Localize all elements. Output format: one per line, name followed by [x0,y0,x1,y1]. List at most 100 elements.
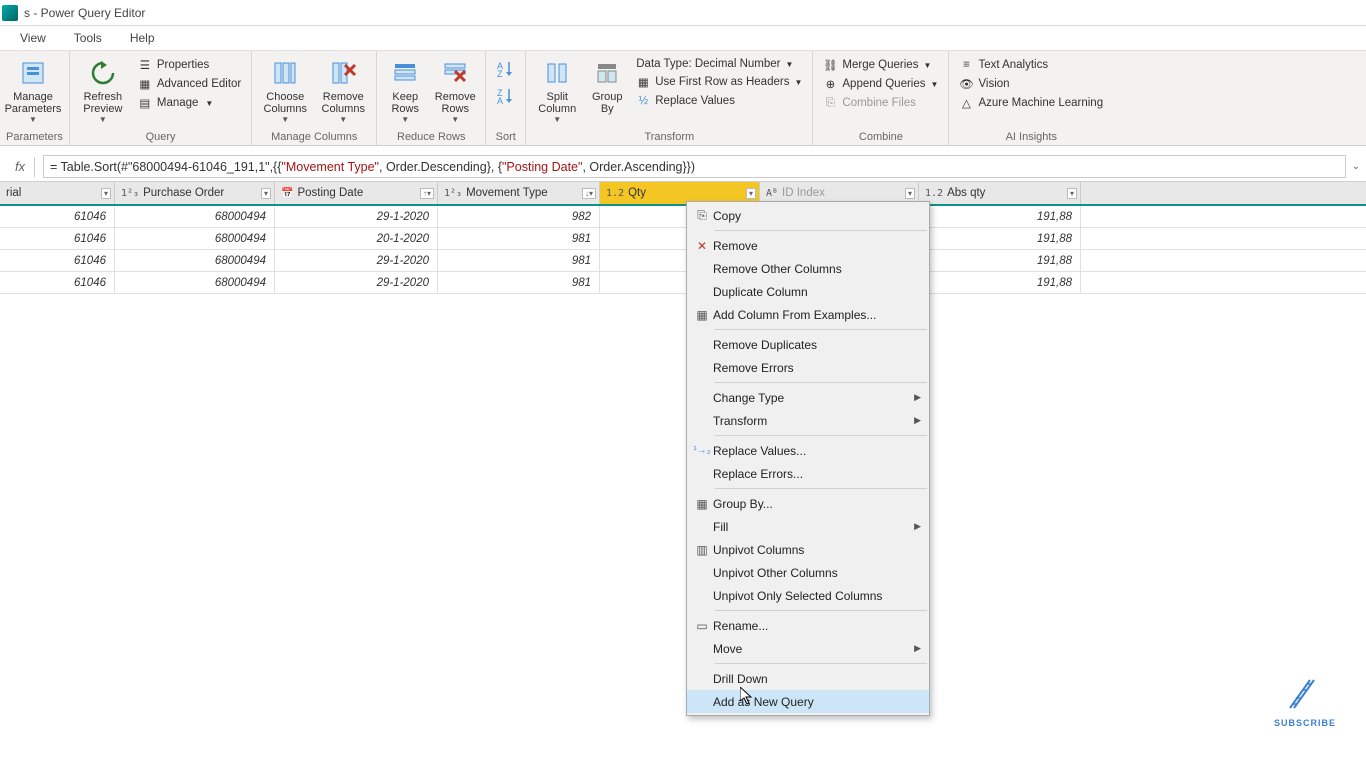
cell[interactable]: 61046 [0,228,115,249]
cell[interactable]: 61046 [0,272,115,293]
menu-remove-duplicates[interactable]: Remove Duplicates [687,333,929,356]
column-header-posting-date[interactable]: 📅 Posting Date ↑▾ [275,182,438,204]
formula-bar: fx = Table.Sort(#"68000494-61046_191,1",… [0,152,1366,182]
unpivot-icon: ▥ [691,543,713,557]
refresh-preview-button[interactable]: Refresh Preview ▼ [76,55,130,126]
cell[interactable]: 29-1-2020 [275,250,438,271]
menu-drill-down[interactable]: Drill Down [687,667,929,690]
menu-remove-errors[interactable]: Remove Errors [687,356,929,379]
menu-remove[interactable]: ✕Remove [687,234,929,257]
menu-unpivot-columns[interactable]: ▥Unpivot Columns [687,538,929,561]
remove-columns-button[interactable]: Remove Columns ▼ [316,55,370,126]
menu-copy[interactable]: ⎘Copy [687,204,929,227]
sort-filter-icon[interactable]: ↑▾ [420,188,434,199]
headers-icon: ▦ [636,75,650,89]
expand-formula-icon[interactable]: ⌄ [1352,161,1360,172]
filter-icon[interactable]: ▾ [261,188,271,199]
manage-icon: ▤ [138,96,152,110]
merge-queries-button[interactable]: ⛓ Merge Queries ▼ [819,57,942,73]
cell[interactable]: 68000494 [115,206,275,227]
context-menu: ⎘Copy ✕Remove Remove Other Columns Dupli… [686,201,930,716]
menu-unpivot-selected-columns[interactable]: Unpivot Only Selected Columns [687,584,929,607]
choose-columns-button[interactable]: Choose Columns ▼ [258,55,312,126]
group-manage-columns: Choose Columns ▼ Remove Columns ▼ Manage… [252,51,377,145]
cell[interactable]: 68000494 [115,228,275,249]
cell[interactable]: 191,88 [919,272,1081,293]
table-row[interactable]: 610466800049420-1-2020981 191,88 [0,228,1366,250]
title-text: s - Power Query Editor [24,6,145,20]
group-transform: Split Column ▼ Group By Data Type: Decim… [526,51,813,145]
data-type-dropdown[interactable]: Data Type: Decimal Number ▼ [632,57,806,71]
combine-files-button[interactable]: ⎘ Combine Files [819,95,942,111]
advanced-editor-button[interactable]: ▦ Advanced Editor [134,76,245,92]
cell[interactable]: 61046 [0,250,115,271]
append-queries-button[interactable]: ⊕ Append Queries ▼ [819,76,942,92]
fx-icon[interactable]: fx [6,159,34,174]
azure-ml-button[interactable]: △ Azure Machine Learning [955,95,1107,111]
menu-tools[interactable]: Tools [74,31,102,45]
cell[interactable]: 68000494 [115,250,275,271]
menu-add-as-new-query[interactable]: Add as New Query [687,690,929,713]
table-row[interactable]: 610466800049429-1-2020982 191,88 [0,206,1366,228]
remove-rows-button[interactable]: Remove Rows ▼ [431,55,479,126]
cell[interactable]: 191,88 [919,250,1081,271]
menu-replace-errors[interactable]: Replace Errors... [687,462,929,485]
filter-icon[interactable]: ▾ [1067,188,1077,199]
cell[interactable]: 981 [438,272,600,293]
table-row[interactable]: 610466800049429-1-2020981 191,88 [0,272,1366,294]
menu-unpivot-other-columns[interactable]: Unpivot Other Columns [687,561,929,584]
vision-button[interactable]: 👁 Vision [955,76,1107,92]
manage-button[interactable]: ▤ Manage ▼ [134,95,245,111]
column-header-movement-type[interactable]: 1²₃ Movement Type ↓▾ [438,182,600,204]
menu-transform[interactable]: Transform▶ [687,409,929,432]
filter-icon[interactable]: ▾ [905,188,915,199]
sort-asc-button[interactable]: AZ [497,59,515,80]
menu-move[interactable]: Move▶ [687,637,929,660]
table-row[interactable]: 610466800049429-1-2020981 191,88 [0,250,1366,272]
cell[interactable]: 191,88 [919,228,1081,249]
keep-rows-button[interactable]: Keep Rows ▼ [383,55,427,126]
menu-view[interactable]: View [20,31,46,45]
group-by-button[interactable]: Group By [586,55,628,117]
decimal-type-icon: 1.2 [606,188,624,199]
cell[interactable]: 981 [438,250,600,271]
cell[interactable]: 191,88 [919,206,1081,227]
grid-header-row: rial ▾ 1²₃ Purchase Order ▾ 📅 Posting Da… [0,182,1366,206]
first-row-headers-button[interactable]: ▦ Use First Row as Headers ▼ [632,74,806,90]
menu-remove-other-columns[interactable]: Remove Other Columns [687,257,929,280]
filter-icon[interactable]: ▾ [746,188,756,199]
cell[interactable]: 29-1-2020 [275,272,438,293]
cell[interactable]: 29-1-2020 [275,206,438,227]
menu-group-by[interactable]: ▦Group By... [687,492,929,515]
column-header-material[interactable]: rial ▾ [0,182,115,204]
menu-duplicate-column[interactable]: Duplicate Column [687,280,929,303]
copy-icon: ⎘ [691,208,713,223]
cell[interactable]: 981 [438,228,600,249]
cell[interactable]: 982 [438,206,600,227]
cell[interactable]: 68000494 [115,272,275,293]
formula-input[interactable]: = Table.Sort(#"68000494-61046_191,1",{{"… [43,155,1346,178]
grid-body: 610466800049429-1-2020982191,88610466800… [0,206,1366,294]
sort-filter-icon[interactable]: ↓▾ [582,188,596,199]
menu-fill[interactable]: Fill▶ [687,515,929,538]
filter-icon[interactable]: ▾ [101,188,111,199]
text-analytics-button[interactable]: ≡ Text Analytics [955,57,1107,73]
replace-icon: ½ [636,94,650,108]
menu-bar: View Tools Help [0,26,1366,50]
cell[interactable]: 61046 [0,206,115,227]
menu-add-column-from-examples[interactable]: ▦Add Column From Examples... [687,303,929,326]
manage-parameters-button[interactable]: Manage Parameters ▼ [6,55,60,126]
cell[interactable]: 20-1-2020 [275,228,438,249]
properties-button[interactable]: ☰ Properties [134,57,245,73]
column-header-abs-qty[interactable]: 1.2 Abs qty ▾ [919,182,1081,204]
replace-values-button[interactable]: ½ Replace Values [632,93,806,109]
menu-rename[interactable]: ▭Rename... [687,614,929,637]
split-column-button[interactable]: Split Column ▼ [532,55,582,126]
column-header-purchase-order[interactable]: 1²₃ Purchase Order ▾ [115,182,275,204]
menu-help[interactable]: Help [130,31,155,45]
split-column-icon [541,57,573,89]
append-icon: ⊕ [823,77,837,91]
menu-replace-values[interactable]: ¹→₂Replace Values... [687,439,929,462]
sort-desc-button[interactable]: ZA [497,86,515,107]
menu-change-type[interactable]: Change Type▶ [687,386,929,409]
